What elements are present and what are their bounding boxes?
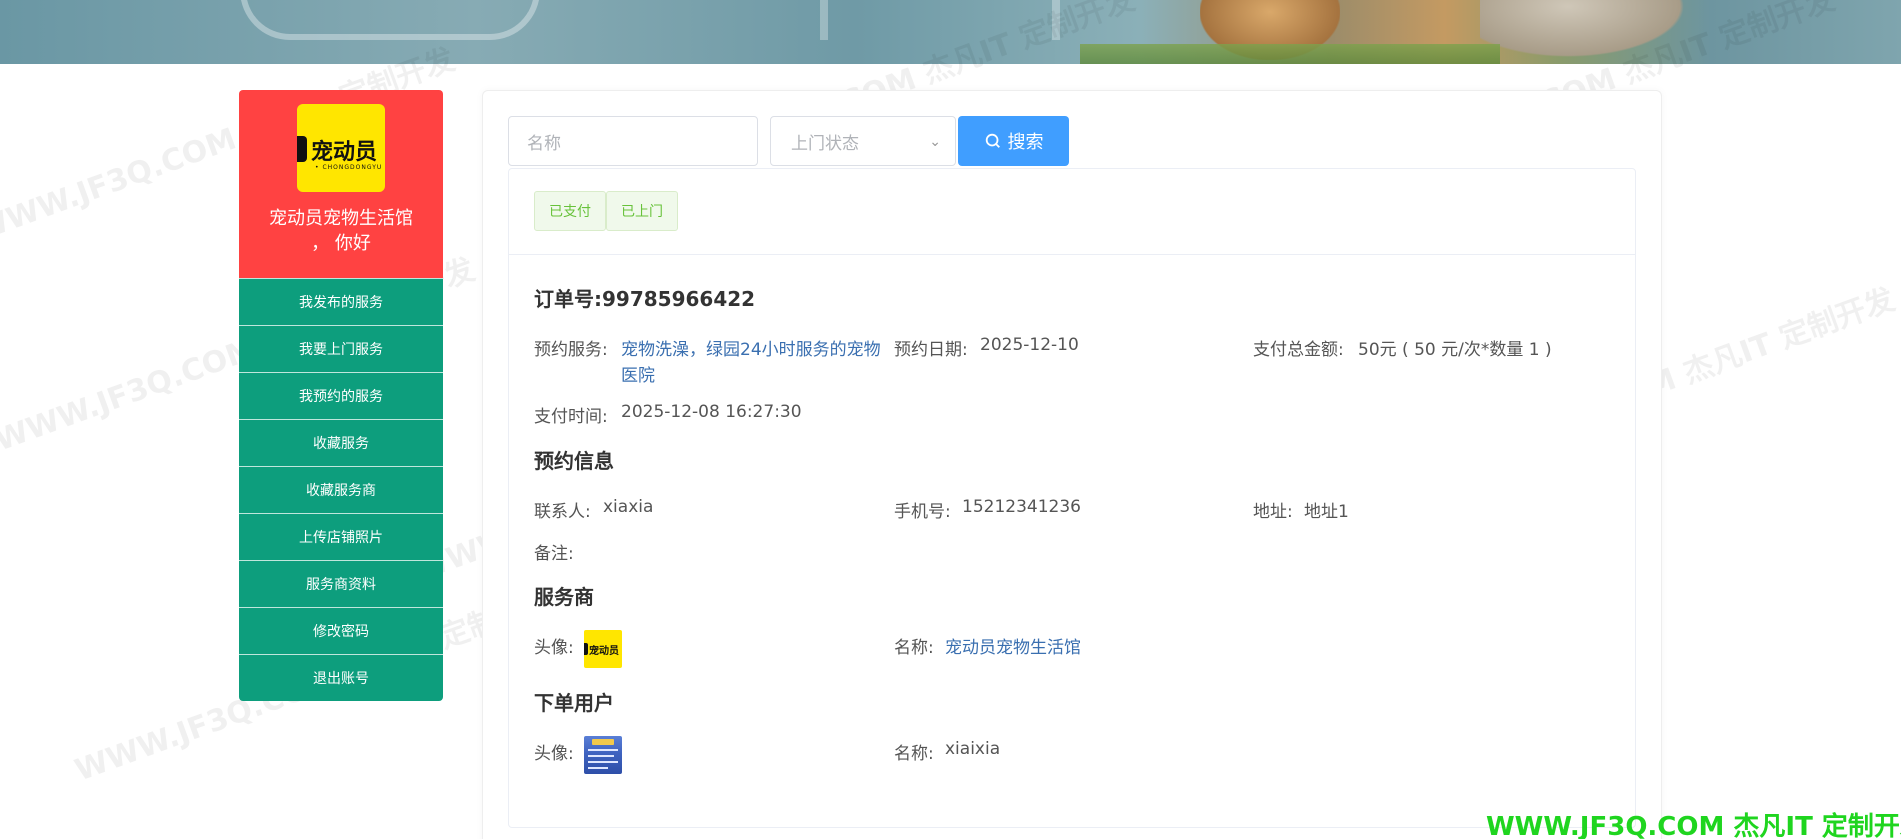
user-avatar-label: 头像: (534, 744, 574, 764)
tag-visited: 已上门 (606, 191, 678, 231)
profile-panel: 宠动员 • CHONGDONGYU 宠动员宠物生活馆 ， 你好 (239, 90, 443, 278)
provider-name-label: 名称: (894, 638, 934, 658)
shop-logo: 宠动员 • CHONGDONGYU (297, 104, 385, 192)
sidebar-item-favorite-services[interactable]: 收藏服务 (239, 419, 443, 466)
booking-info-heading: 预约信息 (534, 449, 614, 473)
address-value: 地址1 (1304, 502, 1349, 522)
contact-value: xiaxia (603, 497, 654, 517)
sidebar-item-my-services[interactable]: 我发布的服务 (239, 278, 443, 325)
order-tags: 已支付 已上门 (509, 169, 1635, 255)
user-name-label: 名称: (894, 744, 934, 764)
greeting-text: 宠动员宠物生活馆 ， 你好 (269, 208, 413, 254)
phone-label: 手机号: (894, 502, 951, 522)
search-button-label: 搜索 (1007, 132, 1044, 153)
paytime-label: 支付时间: (534, 407, 608, 427)
search-button[interactable]: 搜索 (958, 116, 1069, 166)
paytime-value: 2025-12-08 16:27:30 (621, 402, 802, 422)
sidebar-item-favorite-providers[interactable]: 收藏服务商 (239, 466, 443, 513)
tag-paid: 已支付 (534, 191, 606, 231)
provider-avatar-label: 头像: (534, 638, 574, 658)
user-heading: 下单用户 (534, 691, 614, 715)
service-label: 预约服务: (534, 340, 608, 360)
provider-name-link[interactable]: 宠动员宠物生活馆 (945, 633, 1081, 658)
total-label: 支付总金额: (1253, 340, 1344, 360)
sidebar-item-door-service[interactable]: 我要上门服务 (239, 325, 443, 372)
door-status-select[interactable]: 上门状态 ⌄ (770, 116, 956, 166)
footer-watermark: WWW.JF3Q.COM 杰凡IT 定制开发 (1486, 812, 1901, 839)
sidebar: 宠动员 • CHONGDONGYU 宠动员宠物生活馆 ， 你好 我发布的服务 我… (239, 90, 443, 701)
door-status-placeholder: 上门状态 (791, 133, 859, 154)
chevron-down-icon: ⌄ (929, 134, 941, 150)
date-label: 预约日期: (894, 340, 968, 360)
provider-heading: 服务商 (534, 585, 594, 609)
service-link-cont[interactable]: 医院 (621, 361, 655, 386)
phone-value: 15212341236 (962, 497, 1081, 517)
sidebar-item-logout[interactable]: 退出账号 (239, 654, 443, 701)
header-banner-image (0, 0, 1901, 64)
order-card: 已支付 已上门 订单号:99785966422 预约服务: 宠物洗澡，绿园24小… (508, 168, 1636, 828)
sidebar-item-upload-photos[interactable]: 上传店铺照片 (239, 513, 443, 560)
sidebar-item-booked-services[interactable]: 我预约的服务 (239, 372, 443, 419)
service-link[interactable]: 宠物洗澡，绿园24小时服务的宠物 (621, 335, 881, 360)
sidebar-item-provider-profile[interactable]: 服务商资料 (239, 560, 443, 607)
sidebar-item-change-password[interactable]: 修改密码 (239, 607, 443, 654)
total-value: 50元 ( 50 元/次*数量 1 ) (1358, 340, 1552, 360)
provider-avatar[interactable]: 宠动员 (584, 630, 622, 668)
contact-label: 联系人: (534, 502, 591, 522)
order-number: 订单号:99785966422 (534, 287, 756, 311)
user-avatar[interactable] (584, 736, 622, 774)
user-name-value: xiaixia (945, 739, 1001, 759)
address-label: 地址: (1253, 502, 1293, 522)
name-search-input[interactable]: 名称 (508, 116, 758, 166)
date-value: 2025-12-10 (980, 335, 1079, 355)
search-icon (985, 133, 1000, 148)
note-label: 备注: (534, 544, 574, 564)
